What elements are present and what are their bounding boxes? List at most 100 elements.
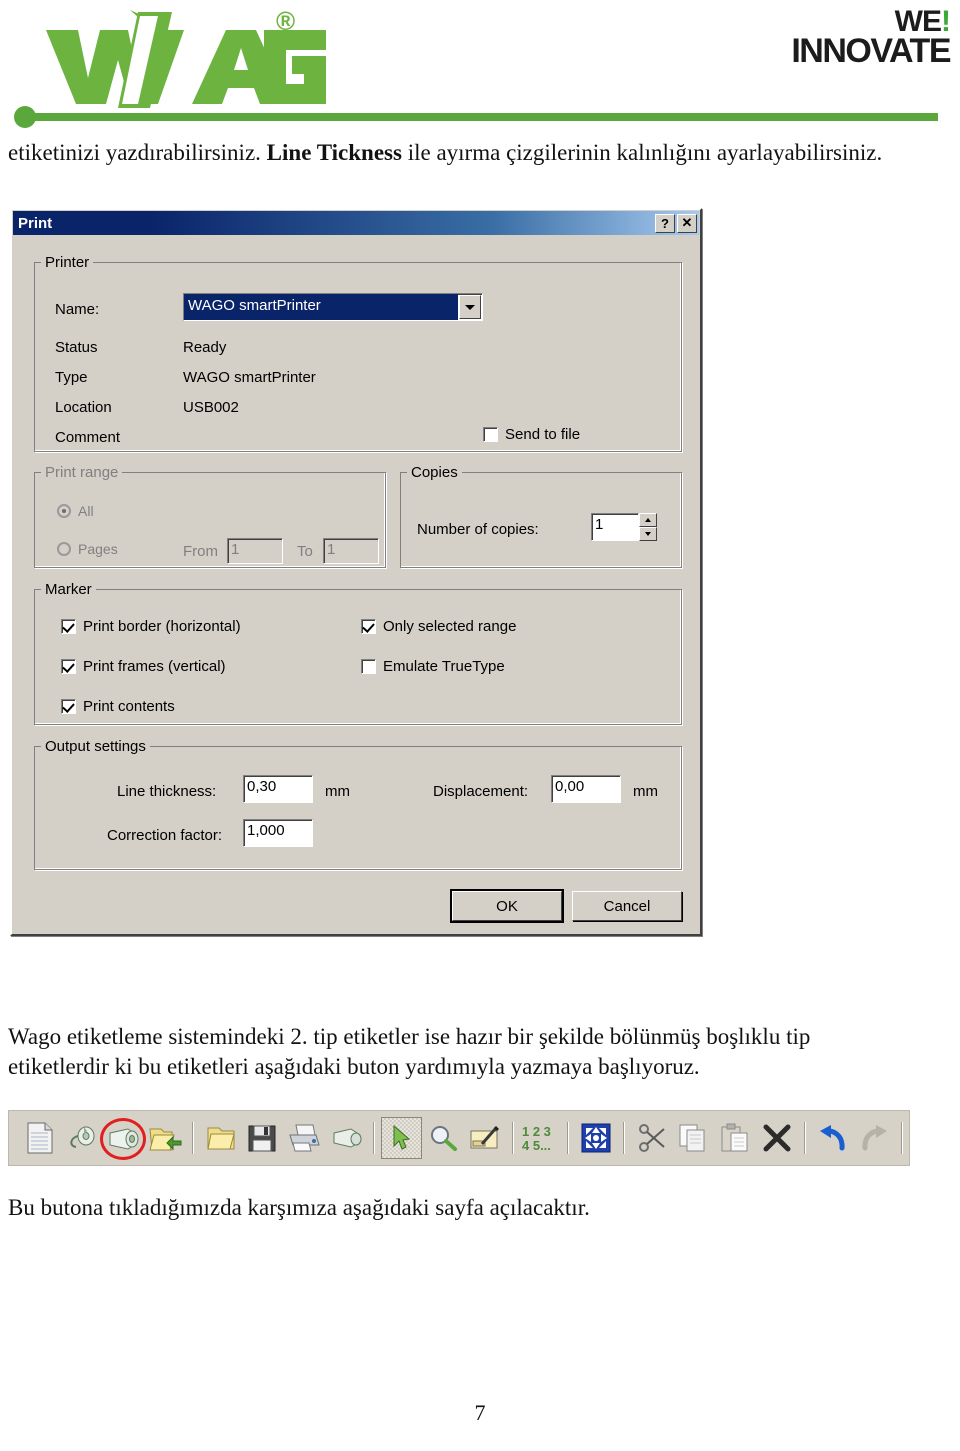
radio-pages-label: Pages xyxy=(78,541,118,557)
to-label: To xyxy=(297,543,313,560)
toolbar-separator xyxy=(622,1122,625,1154)
middle-paragraph: Wago etiketleme sistemindeki 2. tip etik… xyxy=(8,1024,811,1079)
radio-all-icon[interactable] xyxy=(57,504,71,518)
chevron-down-icon[interactable] xyxy=(459,295,481,319)
correction-factor-label: Correction factor: xyxy=(107,827,223,844)
send-to-file-label: Send to file xyxy=(505,426,581,443)
save-floppy-icon[interactable] xyxy=(241,1117,283,1159)
print-icon[interactable] xyxy=(283,1117,325,1159)
checkbox-box-icon[interactable] xyxy=(61,619,76,634)
radio-pages[interactable]: Pages xyxy=(57,541,118,557)
printer-name-value: WAGO smartPrinter xyxy=(184,294,458,320)
edit-text-icon[interactable] xyxy=(464,1117,506,1159)
intro-text-before: etiketinizi yazdırabilirsiniz. xyxy=(8,140,267,165)
undo-icon[interactable] xyxy=(812,1117,854,1159)
move-all-icon[interactable] xyxy=(575,1117,617,1159)
close-icon[interactable]: ✕ xyxy=(677,213,697,233)
displacement-unit: mm xyxy=(633,783,658,800)
checkbox-print-contents-label: Print contents xyxy=(83,698,175,715)
checkbox-box-icon[interactable] xyxy=(61,699,76,714)
copies-stepper[interactable] xyxy=(639,513,657,541)
number-of-copies-input[interactable]: 1 xyxy=(591,513,639,541)
header-divider xyxy=(24,113,938,121)
from-label: From xyxy=(183,543,218,560)
cancel-button[interactable]: Cancel xyxy=(572,891,682,921)
intro-paragraph: etiketinizi yazdırabilirsiniz. Line Tick… xyxy=(8,138,898,168)
radio-all-label: All xyxy=(78,503,94,519)
label-roll-icon[interactable] xyxy=(100,1117,147,1160)
label-roll-small-icon[interactable] xyxy=(61,1117,103,1159)
application-toolbar[interactable]: 1 2 34 5... xyxy=(8,1110,910,1166)
paste-icon[interactable] xyxy=(714,1117,756,1159)
line-thickness-label: Line thickness: xyxy=(117,783,217,800)
checkbox-print-border-label: Print border (horizontal) xyxy=(83,618,241,635)
slogan-line-2: INNOVATE xyxy=(791,31,951,70)
bottom-paragraph: Bu butona tıkladığımızda karşımıza aşağı… xyxy=(8,1195,590,1220)
help-button[interactable]: ? xyxy=(655,213,675,233)
checkbox-print-frames[interactable]: Print frames (vertical) xyxy=(61,658,226,675)
checkbox-box-icon[interactable] xyxy=(361,619,376,634)
page-header: ® WE! INNOVATE xyxy=(0,0,960,128)
printer-name-combobox[interactable]: WAGO smartPrinter xyxy=(183,293,483,321)
numbering-icon[interactable]: 1 2 34 5... xyxy=(520,1117,562,1159)
open-folder-import-icon[interactable] xyxy=(144,1117,186,1159)
checkbox-box-icon[interactable] xyxy=(361,659,376,674)
stepper-down-icon[interactable] xyxy=(639,527,657,541)
intro-text-after: ile ayırma çizgilerinin kalınlığını ayar… xyxy=(401,140,883,165)
toolbar-separator xyxy=(901,1122,904,1154)
radio-pages-icon[interactable] xyxy=(57,542,71,556)
output-settings-group: Output settings Line thickness: 0,30 mm … xyxy=(34,738,682,870)
checkbox-print-contents[interactable]: Print contents xyxy=(61,698,175,715)
select-arrow-icon[interactable] xyxy=(380,1117,423,1159)
toolbar-separator xyxy=(567,1122,570,1154)
zoom-icon[interactable] xyxy=(422,1117,464,1159)
line-thickness-unit: mm xyxy=(325,783,350,800)
page-number: 7 xyxy=(474,1400,486,1425)
copy-icon[interactable] xyxy=(673,1117,715,1159)
checkbox-only-selected-range-label: Only selected range xyxy=(383,618,517,635)
delete-x-icon[interactable] xyxy=(756,1117,798,1159)
print-label-icon[interactable] xyxy=(325,1117,367,1159)
print-range-group: Print range All Pages From 1 To 1 xyxy=(34,464,386,568)
checkbox-box-icon[interactable] xyxy=(483,427,498,442)
printer-status-label: Status xyxy=(55,339,98,356)
number-of-copies-label: Number of copies: xyxy=(417,521,539,538)
we-innovate-logo: WE! INNOVATE xyxy=(791,7,951,70)
printer-location-label: Location xyxy=(55,399,112,416)
copies-legend: Copies xyxy=(411,464,458,481)
displacement-label: Displacement: xyxy=(433,783,529,800)
checkbox-box-icon[interactable] xyxy=(61,659,76,674)
toolbar-separator xyxy=(511,1122,514,1154)
intro-text-bold: Line Tickness xyxy=(266,140,402,165)
checkbox-emulate-truetype[interactable]: Emulate TrueType xyxy=(361,658,505,675)
registered-mark-icon: ® xyxy=(276,6,296,36)
from-input[interactable]: 1 xyxy=(227,538,283,564)
printer-group-legend: Printer xyxy=(45,254,90,271)
svg-text:1 2 3: 1 2 3 xyxy=(522,1124,551,1139)
checkbox-print-border[interactable]: Print border (horizontal) xyxy=(61,618,241,635)
correction-factor-input[interactable]: 1,000 xyxy=(243,819,313,847)
dialog-title: Print xyxy=(18,214,53,232)
displacement-input[interactable]: 0,00 xyxy=(551,775,621,803)
stepper-up-icon[interactable] xyxy=(639,513,657,527)
print-dialog[interactable]: Print ? ✕ Printer Name: WAGO smartPrinte… xyxy=(10,208,702,936)
ok-button[interactable]: OK xyxy=(452,891,562,921)
printer-type-value: WAGO smartPrinter xyxy=(183,369,316,386)
checkbox-print-frames-label: Print frames (vertical) xyxy=(83,658,226,675)
printer-name-label: Name: xyxy=(55,301,100,318)
radio-all[interactable]: All xyxy=(57,503,94,519)
open-folder-icon[interactable] xyxy=(200,1117,242,1159)
toolbar-separator xyxy=(372,1122,375,1154)
printer-status-value: Ready xyxy=(183,339,227,356)
output-settings-legend: Output settings xyxy=(45,738,146,755)
to-input[interactable]: 1 xyxy=(323,538,379,564)
redo-icon[interactable] xyxy=(853,1117,895,1159)
printer-comment-label: Comment xyxy=(55,429,121,446)
cut-scissors-icon[interactable] xyxy=(631,1117,673,1159)
checkbox-only-selected-range[interactable]: Only selected range xyxy=(361,618,516,635)
dialog-titlebar[interactable]: Print ? ✕ xyxy=(13,211,699,235)
line-thickness-input[interactable]: 0,30 xyxy=(243,775,313,803)
toolbar-separator xyxy=(803,1122,806,1154)
send-to-file-checkbox[interactable]: Send to file xyxy=(483,426,580,443)
new-document-icon[interactable] xyxy=(19,1117,61,1159)
